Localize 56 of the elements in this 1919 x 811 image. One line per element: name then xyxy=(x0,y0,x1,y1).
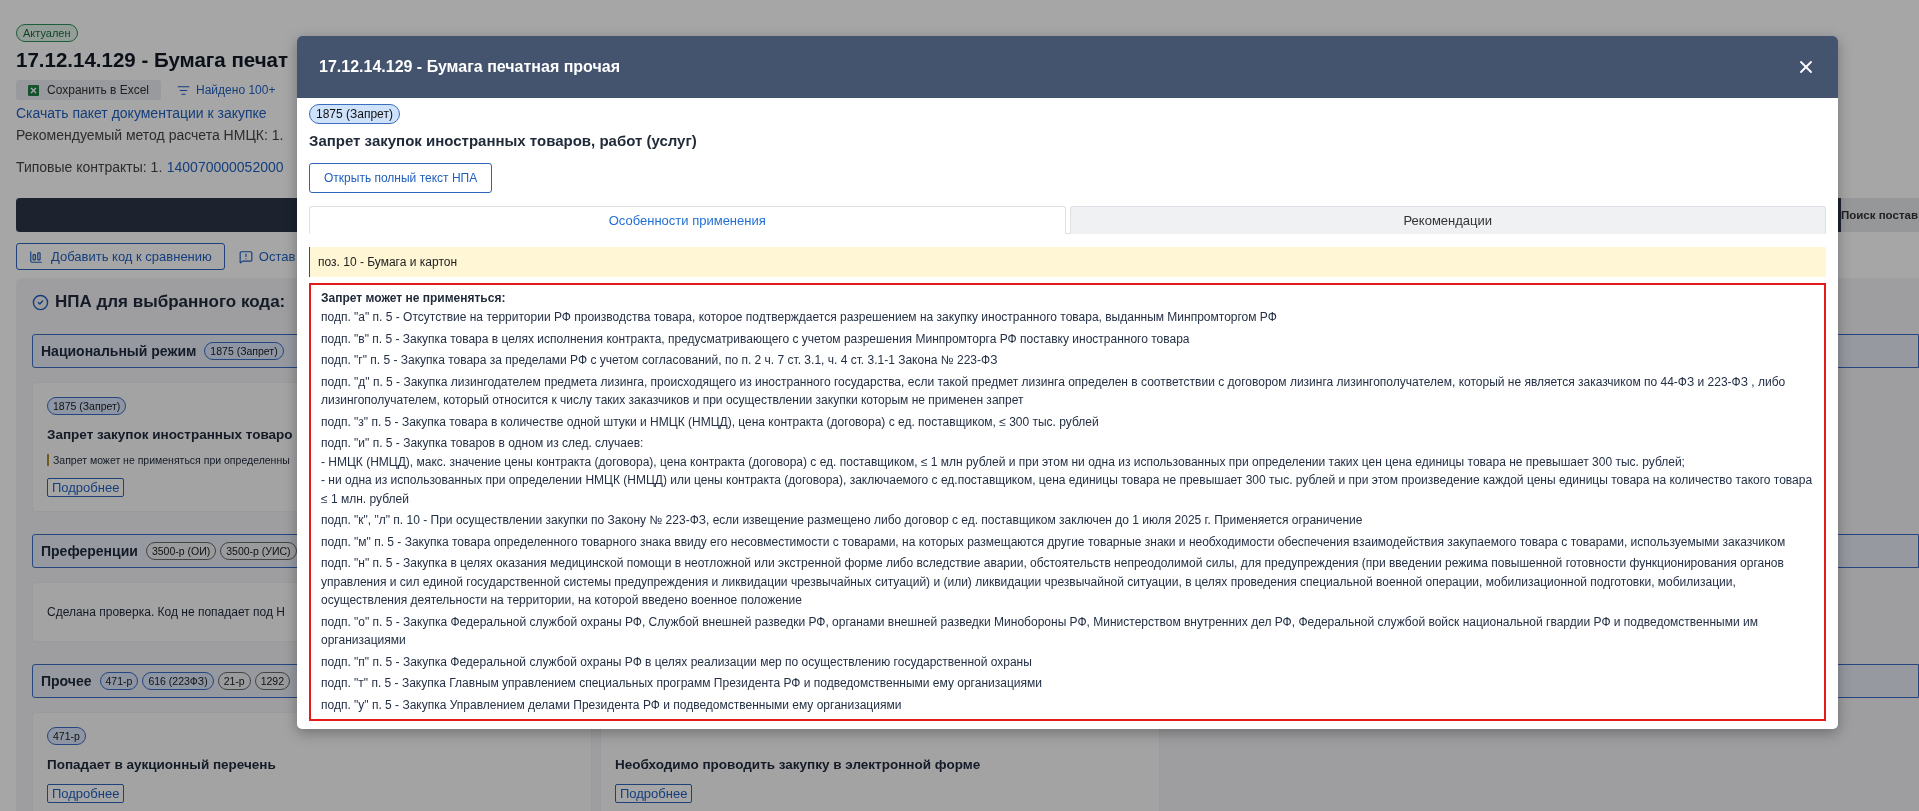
more-button[interactable]: Подробнее xyxy=(47,478,125,497)
exception-text: подп. "к", "л" п. 10 - При осуществлении закупки по Закону № 223-ФЗ, если извещение размещено либо договор с ед. поставщиком заключен до 1 июля 2025 г. Применяется ограничение xyxy=(321,512,1364,529)
exception-text: подп. "г" п. 5 - Закупка товара за пределами РФ с учетом согласований, по п. 2 ч. 7 ст. 3.1, ч. 4 ст. 3.1-1 Закона № 223-ФЗ xyxy=(321,352,999,369)
page-title: 17.12.14.129 - Бумага печат xyxy=(16,48,289,72)
section-title: Прочее xyxy=(41,673,92,689)
position-note: поз. 10 - Бумага и картон xyxy=(309,247,1826,277)
card-note: Запрет может не применяться при определенны xyxy=(47,454,290,466)
exception-text: подп. "в" п. 5 - Закупка товара в целях исполнения контракта, предусматривающего с учетом разрешения Минпромторга РФ поставку иностранного товара xyxy=(321,330,1191,348)
tab[interactable]: Особенности применения xyxy=(309,206,1066,234)
card-title: Необходимо проводить закупку в электронной форме xyxy=(615,757,981,772)
open-text-button[interactable]: Открыть полный текст НПА xyxy=(309,163,493,193)
tag: 1875 (Запрет) xyxy=(47,397,127,415)
more-button[interactable]: Подробнее xyxy=(47,784,125,803)
exception-text: подп. "м" п. 5 - Закупка товара определенного товарного знака ввиду его несовместимости с товарами, на которых размещаются другие товарные знаки и необходимости обеспечения взаимодействия закупаемого товара с товарами, используемыми заказчиком xyxy=(321,533,1787,551)
exception-text: подп. "и" п. 5 - Закупка товаров в одном из след. случаев: xyxy=(321,435,645,452)
tag[interactable]: 1875 (Запрет) xyxy=(204,342,284,360)
tag[interactable]: 471-р xyxy=(99,672,139,690)
found-link[interactable]: Найдено 100+ xyxy=(177,83,276,97)
contracts-label: Типовые контракты: 1. xyxy=(16,159,163,175)
exception-text: подп. "а" п. 5 - Отсутствие на территории РФ производства товара, которое подтверждается разрешением на закупку иностранного товара, выданным Минпромторгом РФ xyxy=(321,309,1278,326)
check-circle-icon xyxy=(32,293,49,311)
tag: 471-р xyxy=(47,727,86,745)
contract-link[interactable]: 140070000052000 xyxy=(166,159,284,175)
method-text: Рекомендуемый метод расчета НМЦК: 1. xyxy=(16,127,284,143)
spreadsheet-icon xyxy=(28,84,39,96)
chart-icon xyxy=(29,249,43,264)
compare-button[interactable]: Добавить код к сравнению xyxy=(16,243,225,270)
more-button[interactable]: Подробнее xyxy=(615,784,693,803)
card-title: Попадает в аукционный перечень xyxy=(47,757,276,772)
card-text: Сделана проверка. Код не попадает под Н xyxy=(47,604,285,621)
card-title: Запрет закупок иностранных товаро xyxy=(47,427,293,442)
feedback-link[interactable]: Остав xyxy=(238,249,296,264)
exception-text: подп. "з" п. 5 - Закупка товара в количестве одной штуки и НМЦК (НМЦД), цена контракта (договора) с ед. поставщиком, ≤ 300 тыс. рублей xyxy=(321,413,1100,431)
tag[interactable]: 1292 xyxy=(254,672,291,690)
exception-text: подп. "т" п. 5 - Закупка Главным управлением специальных программ Президента РФ и подведомственными ему организациями xyxy=(321,675,1043,692)
download-link[interactable]: Скачать пакет документации к закупке xyxy=(16,105,267,121)
section-title: Преференции xyxy=(41,543,138,559)
exceptions-title: Запрет может не применяться: xyxy=(321,291,507,305)
tag[interactable]: 616 (223ФЗ) xyxy=(142,672,214,690)
modal-title: 17.12.14.129 - Бумага печатная прочая xyxy=(319,58,620,76)
tag[interactable]: 3500-р (ОИ) xyxy=(145,542,217,560)
exception-text: подп. "п" п. 5 - Закупка Федеральной службой охраны РФ в целях реализации мер по осуществлению государственной охраны xyxy=(321,653,1033,671)
tag[interactable]: 21-р xyxy=(217,672,251,690)
export-button[interactable]: Сохранить в Excel xyxy=(16,80,162,100)
filter-list-icon xyxy=(177,83,191,97)
status-badge: Актуален xyxy=(16,24,78,42)
tag[interactable]: 3500-р (УИС) xyxy=(220,542,297,560)
section-title: Национальный режим xyxy=(41,343,197,359)
comment-icon xyxy=(238,249,253,264)
npa-heading: Запрет закупок иностранных товаров, работ (услуг) xyxy=(309,132,697,149)
tag: 1875 (Запрет) xyxy=(309,104,400,124)
exception-text: подп. "у" п. 5 - Закупка Управлением делами Президента РФ и подведомственными ему организациями xyxy=(321,696,903,714)
panel-heading: НПА для выбранного кода: xyxy=(55,292,286,312)
tab[interactable]: Поиск постав xyxy=(1840,198,1919,232)
tab[interactable]: Рекомендации xyxy=(1069,206,1826,234)
exception-text: - НМЦК (НМЦД), макс. значение цены контракта (договора), цена контракта (договора) с ед. поставщиком, ≤ 1 млн рублей и при этом ни одна из использованных при определении таких цен цена единицы товара не превышает 300 тыс. рублей; xyxy=(321,453,1686,471)
